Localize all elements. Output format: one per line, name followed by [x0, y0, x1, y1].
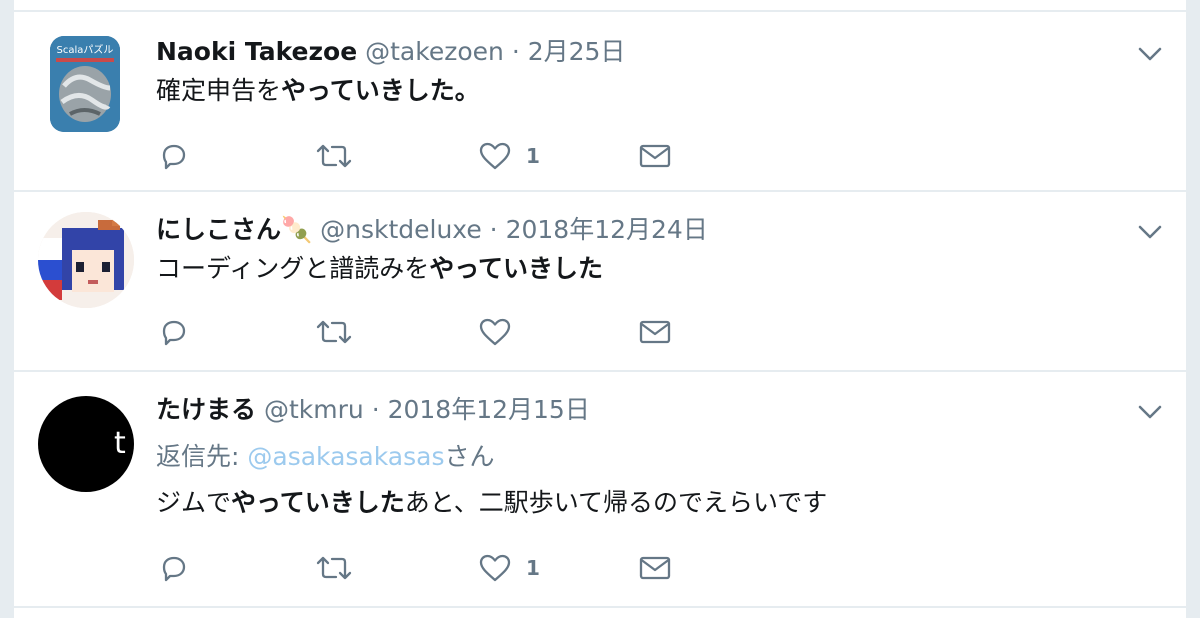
user-handle[interactable]: @tkmru: [264, 395, 364, 424]
chevron-down-icon[interactable]: [1136, 218, 1164, 246]
book-cover-image: Scalaパズル: [50, 36, 120, 132]
heart-icon: [479, 142, 511, 170]
avatar-pixel-art: [38, 212, 134, 308]
direct-message-button[interactable]: [638, 136, 672, 176]
display-name[interactable]: Naoki Takezoe: [156, 37, 357, 66]
like-button[interactable]: 1: [478, 136, 540, 176]
envelope-icon: [639, 320, 671, 344]
tweet-text-plain-after: あと、二駅歩いて帰るのでえらいです: [404, 488, 828, 517]
retweet-icon: [316, 556, 352, 580]
chevron-down-icon[interactable]: [1136, 40, 1164, 68]
display-name[interactable]: たけまる: [156, 395, 256, 424]
envelope-icon: [639, 556, 671, 580]
tweet-text: コーディングと譜読みをやっていきした: [156, 252, 603, 286]
timeline: Scalaパズル Naoki Takezoe @takezoen · 2月25日…: [14, 0, 1186, 618]
tweet-header: たけまる @tkmru · 2018年12月15日: [156, 394, 590, 426]
separator: ·: [489, 215, 498, 244]
heart-icon: [479, 318, 511, 346]
tweet-actions: 1: [158, 136, 718, 176]
retweet-icon: [316, 144, 352, 168]
tweet-text-bold: やっていきした: [231, 488, 405, 517]
tweet-date[interactable]: 2月25日: [528, 37, 626, 66]
chevron-down-icon[interactable]: [1136, 398, 1164, 426]
separator: ·: [371, 395, 380, 424]
user-handle[interactable]: @takezoen: [365, 37, 504, 66]
separator: ·: [511, 37, 520, 66]
direct-message-button[interactable]: [638, 312, 672, 352]
direct-message-button[interactable]: [638, 548, 672, 588]
retweet-button[interactable]: [314, 312, 354, 352]
display-name[interactable]: にしこさん: [156, 215, 281, 244]
tweet-text: 確定申告をやっていきした。: [156, 74, 480, 108]
heart-icon: [479, 554, 511, 582]
envelope-icon: [639, 144, 671, 168]
tweet-header: Naoki Takezoe @takezoen · 2月25日: [156, 36, 625, 68]
reply-button[interactable]: [158, 548, 190, 588]
tweet-text-plain: 確定申告を: [156, 76, 282, 105]
retweet-icon: [316, 320, 352, 344]
tweet-date[interactable]: 2018年12月24日: [506, 215, 708, 244]
tweet-header: にしこさん🍡 @nsktdeluxe · 2018年12月24日: [156, 214, 708, 246]
tweet-actions: [158, 312, 718, 352]
like-button[interactable]: 1: [478, 548, 540, 588]
reply-icon: [162, 556, 186, 582]
reply-button[interactable]: [158, 312, 190, 352]
tweet-text-bold: やっていきした。: [281, 76, 480, 105]
retweet-button[interactable]: [314, 548, 354, 588]
tweet-text-bold: やっていきした: [429, 254, 604, 283]
avatar-letter: t: [114, 426, 126, 461]
tweet[interactable]: Scalaパズル Naoki Takezoe @takezoen · 2月25日…: [14, 10, 1186, 192]
like-button[interactable]: [478, 312, 526, 352]
tweet-text: ジムでやっていきしたあと、二駅歩いて帰るのでえらいです: [156, 486, 827, 520]
book-title: Scalaパズル: [57, 43, 114, 56]
tweet-actions: 1: [158, 548, 718, 588]
dango-emoji: 🍡: [281, 215, 313, 244]
like-count: 1: [526, 144, 540, 168]
tweet-text-plain: コーディングと譜読みを: [156, 254, 430, 283]
reply-button[interactable]: [158, 136, 190, 176]
reply-icon: [162, 144, 186, 170]
tweet-text-plain: ジムで: [156, 488, 232, 517]
tweet-date[interactable]: 2018年12月15日: [388, 395, 590, 424]
avatar[interactable]: t: [38, 396, 134, 492]
reply-prefix: 返信先:: [156, 442, 248, 471]
reply-context: 返信先: @asakasakasasさん: [156, 440, 495, 474]
avatar[interactable]: [38, 212, 134, 308]
like-count: 1: [526, 556, 540, 580]
reply-suffix: さん: [444, 442, 495, 471]
retweet-button[interactable]: [314, 136, 354, 176]
reply-icon: [162, 320, 186, 346]
mention-link[interactable]: @asakasakasas: [247, 442, 444, 471]
avatar[interactable]: Scalaパズル: [50, 36, 120, 132]
user-handle[interactable]: @nsktdeluxe: [320, 215, 482, 244]
tweet[interactable]: にしこさん🍡 @nsktdeluxe · 2018年12月24日 コーディングと…: [14, 192, 1186, 372]
tweet[interactable]: t たけまる @tkmru · 2018年12月15日 返信先: @asakas…: [14, 372, 1186, 608]
